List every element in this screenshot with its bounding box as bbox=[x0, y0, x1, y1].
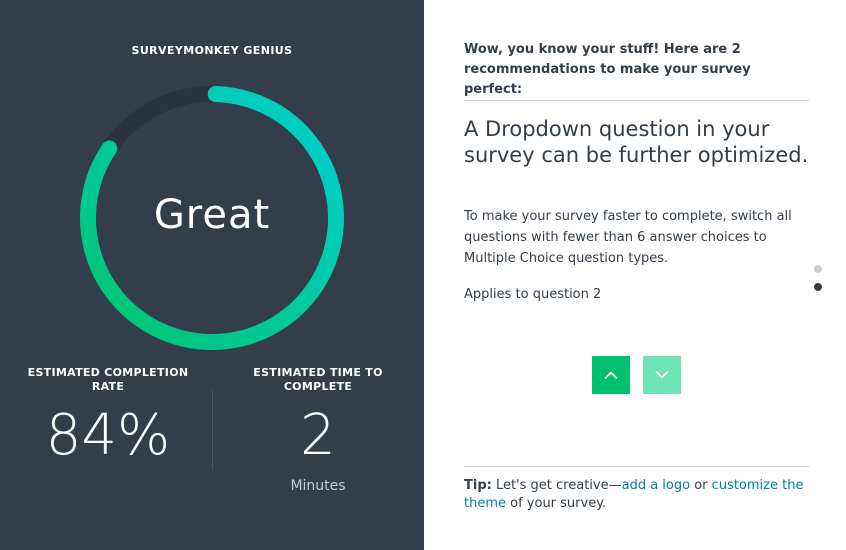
header-divider bbox=[464, 100, 809, 101]
time-to-complete-value: 2 bbox=[300, 403, 336, 468]
score-rating: Great bbox=[153, 192, 271, 238]
completion-rate-value: 84% bbox=[45, 403, 171, 468]
completion-rate-label: ESTIMATED COMPLETION RATE bbox=[27, 366, 189, 393]
time-to-complete-unit: Minutes bbox=[290, 478, 346, 494]
recommendation-applies: Applies to question 2 bbox=[464, 287, 602, 302]
previous-recommendation-button[interactable] bbox=[592, 356, 630, 394]
score-ring bbox=[80, 86, 344, 350]
completion-rate-stat: ESTIMATED COMPLETION RATE 84% bbox=[10, 366, 206, 468]
add-logo-link[interactable]: add a logo bbox=[622, 478, 690, 493]
tip-text-before: Let's get creative— bbox=[491, 478, 622, 493]
pagination-dot-1[interactable] bbox=[814, 265, 822, 273]
recommendation-body: To make your survey faster to complete, … bbox=[464, 209, 792, 266]
tip-divider bbox=[464, 466, 809, 467]
tip-text-middle: or bbox=[690, 478, 712, 493]
chevron-down-icon bbox=[655, 371, 669, 379]
time-to-complete-stat: ESTIMATED TIME TO COMPLETE 2 Minutes bbox=[220, 366, 416, 494]
next-recommendation-button[interactable] bbox=[643, 356, 681, 394]
stat-divider bbox=[212, 390, 213, 470]
time-to-complete-label: ESTIMATED TIME TO COMPLETE bbox=[253, 366, 383, 393]
pagination-dots bbox=[814, 265, 824, 301]
recommendation-title: A Dropdown question in your survey can b… bbox=[464, 117, 809, 167]
chevron-up-icon bbox=[604, 371, 618, 379]
recommendations-panel: Wow, you know your stuff! Here are 2 rec… bbox=[424, 0, 846, 550]
genius-panel: SURVEYMONKEY GENIUS Great ESTIMATED COMP… bbox=[0, 0, 424, 550]
tip-text: Tip: Let's get creative—add a logo or cu… bbox=[464, 477, 814, 513]
pagination-dot-2[interactable] bbox=[814, 283, 822, 291]
tip-text-after: of your survey. bbox=[506, 496, 607, 511]
tip-label: Tip: bbox=[464, 478, 492, 493]
recommendations-header: Wow, you know your stuff! Here are 2 rec… bbox=[464, 42, 751, 97]
